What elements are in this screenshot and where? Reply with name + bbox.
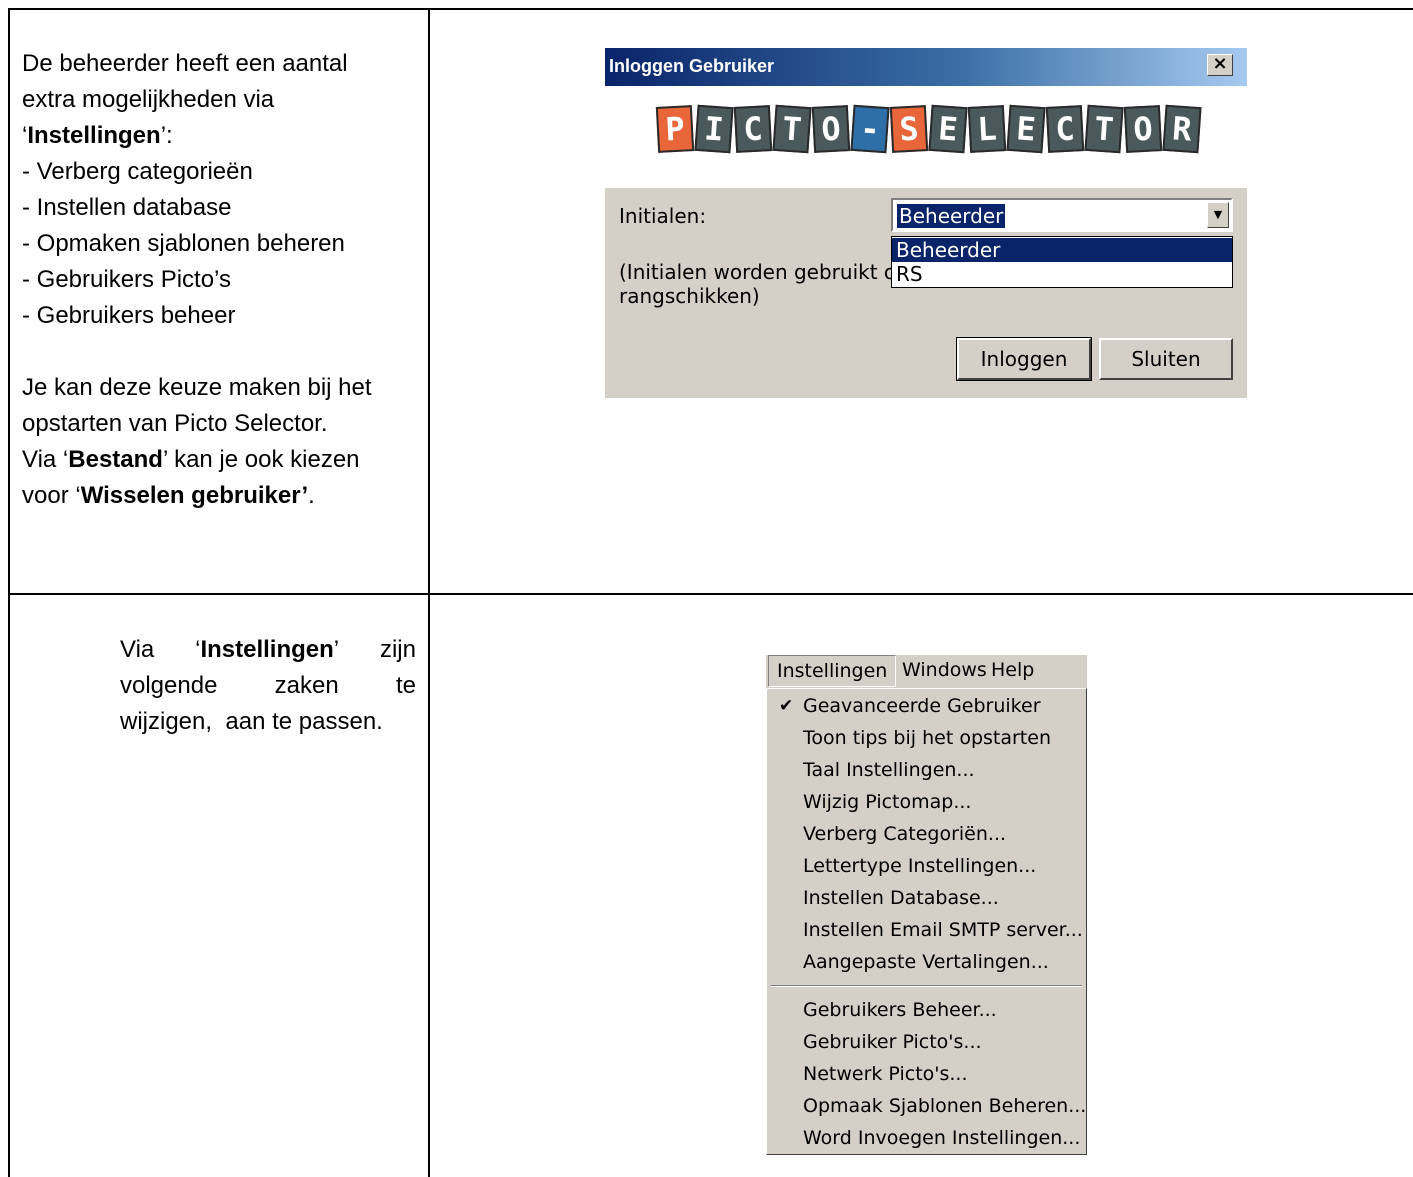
menu-item[interactable]: Netwerk Picto's... bbox=[803, 1059, 968, 1089]
text-line: Je kan deze keuze maken bij het bbox=[22, 374, 372, 401]
instellingen-menu: Instellingen Windows Help ✔ Geavanceerde… bbox=[766, 655, 1087, 1155]
menu-item[interactable]: Toon tips bij het opstarten bbox=[803, 723, 1051, 753]
text-line: opstarten van Picto Selector. bbox=[22, 410, 328, 437]
menu-item[interactable]: Gebruiker Picto's... bbox=[803, 1027, 982, 1057]
logo-letter-tile: S bbox=[889, 105, 929, 153]
text-word: te bbox=[395, 672, 416, 699]
close-icon[interactable]: × bbox=[1207, 54, 1233, 76]
text-line: De beheerder heeft een aantal bbox=[22, 50, 348, 77]
text-line: wijzigen, aan te passen. bbox=[120, 708, 383, 735]
list-item: - Gebruikers Picto’s bbox=[22, 266, 231, 293]
menu-separator bbox=[771, 985, 1082, 987]
menu-item[interactable]: Word Invoegen Instellingen... bbox=[803, 1123, 1080, 1153]
logo-letter-tile: P bbox=[655, 105, 695, 153]
logo-letter-tile: C bbox=[1045, 105, 1085, 153]
text-span: . bbox=[308, 482, 315, 509]
dropdown-option[interactable]: Beheerder bbox=[892, 238, 1232, 262]
logo-letter-tile: R bbox=[1162, 104, 1202, 154]
row1-description: De beheerder heeft een aantal extra moge… bbox=[22, 46, 417, 514]
menu-item[interactable]: Aangepaste Vertalingen... bbox=[803, 947, 1049, 977]
text-span: voor ‘ bbox=[22, 482, 81, 509]
menu-item[interactable]: Gebruikers Beheer... bbox=[803, 995, 997, 1025]
hint-text-line1: (Initialen worden gebruikt o bbox=[619, 260, 897, 284]
initials-label: Initialen: bbox=[619, 204, 707, 228]
row2-description: Via ‘Instellingen’ zijn volgende zaken t… bbox=[120, 632, 416, 740]
combo-value: Beheerder bbox=[897, 204, 1006, 228]
initials-dropdown-list: Beheerder RS bbox=[891, 236, 1233, 288]
check-icon: ✔ bbox=[779, 696, 794, 716]
dialog-titlebar: Inloggen Gebruiker × bbox=[605, 48, 1247, 86]
menubar-help[interactable]: Help bbox=[983, 655, 1042, 687]
menu-item[interactable]: Instellen Database... bbox=[803, 883, 999, 913]
text-line: voor ‘Wisselen gebruiker’. bbox=[22, 478, 417, 514]
menu-item[interactable]: Lettertype Instellingen... bbox=[803, 851, 1036, 881]
menu-dropdown: ✔ Geavanceerde Gebruiker Toon tips bij h… bbox=[766, 688, 1087, 1155]
logo-letter-tile: T bbox=[772, 104, 812, 154]
text-line: volgende zaken te bbox=[120, 668, 416, 704]
instellingen-bold: Instellingen bbox=[27, 122, 161, 149]
text-line: extra mogelijkheden via bbox=[22, 86, 275, 113]
table-top-border bbox=[8, 8, 1413, 10]
menu-item[interactable]: Taal Instellingen... bbox=[803, 755, 975, 785]
quote-close: ’ bbox=[333, 636, 340, 663]
menu-item[interactable]: Instellen Email SMTP server... bbox=[803, 915, 1083, 945]
dropdown-option[interactable]: RS bbox=[892, 262, 1232, 286]
text-word: ‘Instellingen’ bbox=[195, 632, 339, 668]
logo-letter-tile: C bbox=[733, 105, 773, 153]
table-row-divider bbox=[8, 593, 1413, 595]
text-word: zaken bbox=[274, 672, 339, 699]
menu-item[interactable]: Wijzig Pictomap... bbox=[803, 787, 971, 817]
menu-item[interactable]: Verberg Categoriën... bbox=[803, 819, 1006, 849]
text-word: volgende bbox=[120, 672, 218, 699]
text-word: Via bbox=[120, 636, 155, 663]
bestand-bold: Bestand bbox=[68, 446, 163, 473]
logo-letter-tile: - bbox=[850, 104, 890, 154]
initials-combobox[interactable]: Beheerder ▼ bbox=[891, 198, 1233, 232]
text-line: ‘Instellingen’: bbox=[22, 118, 417, 154]
hint-text-line2: rangschikken) bbox=[619, 284, 760, 308]
list-item: - Verberg categorieën bbox=[22, 158, 253, 185]
logo-area: PICTO-SELECTOR bbox=[605, 86, 1247, 188]
text-line: Via ‘Bestand’ kan je ook kiezen bbox=[22, 442, 417, 478]
menubar-instellingen[interactable]: Instellingen bbox=[768, 655, 897, 687]
logo-letter-tile: O bbox=[811, 105, 851, 153]
text-word: zijn bbox=[379, 636, 416, 663]
wisselen-bold: Wisselen gebruiker’ bbox=[80, 482, 309, 509]
login-dialog: Inloggen Gebruiker × PICTO-SELECTOR Init… bbox=[605, 48, 1247, 398]
picto-selector-logo: PICTO-SELECTOR bbox=[655, 104, 1202, 154]
text-span: ’ kan je ook kiezen bbox=[162, 446, 360, 473]
quote-close: ’: bbox=[160, 122, 173, 149]
close-button[interactable]: Sluiten bbox=[1099, 338, 1233, 380]
list-item: - Gebruikers beheer bbox=[22, 302, 236, 329]
login-button[interactable]: Inloggen bbox=[956, 337, 1092, 381]
menu-item[interactable]: Opmaak Sjablonen Beheren... bbox=[803, 1091, 1086, 1121]
menu-item[interactable]: Geavanceerde Gebruiker bbox=[803, 691, 1041, 721]
logo-letter-tile: O bbox=[1123, 105, 1163, 153]
instellingen-bold: Instellingen bbox=[200, 636, 334, 663]
list-item: - Instellen database bbox=[22, 194, 232, 221]
text-span: Via ‘ bbox=[22, 446, 69, 473]
text-line: Via ‘Instellingen’ zijn bbox=[120, 632, 416, 668]
dialog-title: Inloggen Gebruiker bbox=[609, 56, 775, 76]
logo-letter-tile: T bbox=[1084, 104, 1124, 154]
chevron-down-icon[interactable]: ▼ bbox=[1207, 202, 1229, 228]
logo-letter-tile: L bbox=[967, 105, 1007, 153]
menubar-windows[interactable]: Windows bbox=[894, 655, 995, 687]
list-item: - Opmaken sjablonen beheren bbox=[22, 230, 345, 257]
logo-letter-tile: E bbox=[928, 104, 968, 154]
logo-letter-tile: E bbox=[1006, 104, 1046, 154]
logo-letter-tile: I bbox=[694, 104, 734, 154]
